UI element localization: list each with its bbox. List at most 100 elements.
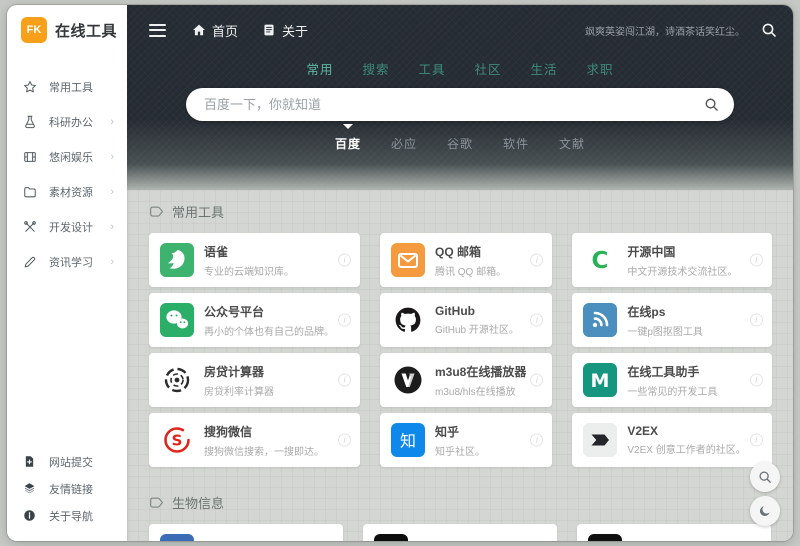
card-info-icon[interactable]: i <box>750 374 763 387</box>
engine-tab-1[interactable]: 必应 <box>391 135 417 152</box>
card-info-icon[interactable]: i <box>750 254 763 267</box>
search-submit-icon[interactable] <box>704 97 719 112</box>
sidebar-item-label: 悠闲娱乐 <box>49 149 93 165</box>
nav-home[interactable]: 首页 <box>192 21 238 40</box>
category-tab-1[interactable]: 搜索 <box>362 59 389 78</box>
card-info-icon[interactable]: i <box>338 314 351 327</box>
tool-card[interactable]: 在线ps 一键p图抠图工具 i <box>572 293 771 347</box>
category-tab-0[interactable]: 常用 <box>306 59 333 78</box>
tool-name: 公众号平台 <box>204 303 334 320</box>
sidebar-item-label: 素材资源 <box>49 184 93 200</box>
tool-description: GitHub 开源社区。 <box>435 321 519 336</box>
engine-tab-4[interactable]: 文献 <box>559 135 585 152</box>
dark-mode-toggle-button[interactable] <box>750 496 780 526</box>
engine-tab-0[interactable]: 百度 <box>335 135 361 152</box>
tool-card[interactable]: QQ 邮箱 腾讯 QQ 邮箱。 i <box>380 233 552 287</box>
sidebar-item-tools[interactable]: 开发设计 › <box>7 209 127 244</box>
search-bar <box>186 88 734 121</box>
hamburger-menu-icon[interactable] <box>147 20 168 41</box>
card-info-icon[interactable]: i <box>530 314 543 327</box>
tag-icon <box>149 204 164 219</box>
tool-card[interactable]: S 搜狗微信 搜狗微信搜索，一搜即达。 i <box>149 413 360 467</box>
sidebar-item-folder[interactable]: 素材资源 › <box>7 174 127 209</box>
sidebar-footer-info[interactable]: 关于导航 <box>7 502 127 529</box>
chevron-right-icon: › <box>110 151 114 163</box>
search-icon <box>758 470 772 484</box>
tool-card[interactable]: CPAN i <box>577 524 771 541</box>
bioconda-icon <box>374 534 408 541</box>
brand[interactable]: FK 在线工具 <box>7 5 127 55</box>
tool-card[interactable]: 语雀 专业的云端知识库。 i <box>149 233 360 287</box>
book-icon <box>262 23 276 37</box>
m3u8-icon <box>391 363 425 397</box>
chevron-right-icon: › <box>110 221 114 233</box>
top-navbar: 首页 关于 飒爽英姿闯江湖，诗酒茶话笑红尘。 <box>127 5 793 55</box>
tool-card[interactable]: 房贷计算器 房贷利率计算器 i <box>149 353 360 407</box>
engine-tab-2[interactable]: 谷歌 <box>447 135 473 152</box>
svg-text:S: S <box>172 432 183 450</box>
nav-about-label: 关于 <box>282 21 308 40</box>
tool-card[interactable]: 公众号平台 再小的个体也有自己的品牌。 i <box>149 293 360 347</box>
svg-text:C: C <box>592 248 609 274</box>
card-info-icon[interactable]: i <box>750 314 763 327</box>
card-info-icon[interactable]: i <box>338 434 351 447</box>
category-tab-5[interactable]: 求职 <box>587 59 614 78</box>
nav-about[interactable]: 关于 <box>262 21 308 40</box>
tool-name: 房贷计算器 <box>204 363 274 380</box>
tool-card[interactable]: NCBI i <box>149 524 343 541</box>
section-header: 生物信息 <box>149 493 771 512</box>
tool-description: 房贷利率计算器 <box>204 383 274 398</box>
sidebar-footer-fileplus[interactable]: 网站提交 <box>7 448 127 475</box>
fileplus-icon <box>23 455 40 468</box>
card-info-icon[interactable]: i <box>530 254 543 267</box>
navbar-search-icon[interactable] <box>761 22 777 38</box>
tool-card[interactable]: 知 知乎 知乎社区。 i <box>380 413 552 467</box>
sidebar-footer-label: 网站提交 <box>49 454 93 470</box>
svg-text:知: 知 <box>400 432 416 451</box>
sidebar-item-label: 常用工具 <box>49 79 93 95</box>
card-info-icon[interactable]: i <box>338 254 351 267</box>
card-info-icon[interactable]: i <box>750 434 763 447</box>
sidebar-item-pencil[interactable]: 资讯学习 › <box>7 244 127 279</box>
card-info-icon[interactable]: i <box>338 374 351 387</box>
moon-icon <box>758 504 772 518</box>
hero-header: 首页 关于 飒爽英姿闯江湖，诗酒茶话笑红尘。 常用 搜索 工具 社区 生活 求职 <box>127 5 793 190</box>
sidebar-item-star[interactable]: 常用工具 <box>7 69 127 104</box>
tool-card[interactable]: C 开源中国 中文开源技术交流社区。 i <box>572 233 771 287</box>
tool-description: 知乎社区。 <box>435 443 485 458</box>
content-area: 常用工具 语雀 专业的云端知识库。 i QQ 邮箱 腾讯 QQ 邮箱。 iC 开… <box>127 190 793 541</box>
tool-card[interactable]: Bioconda i <box>363 524 557 541</box>
sidebar-spacer <box>7 279 127 448</box>
category-tab-2[interactable]: 工具 <box>418 59 445 78</box>
zhihu-icon: 知 <box>391 423 425 457</box>
tool-name: 搜狗微信 <box>204 423 324 440</box>
category-tab-4[interactable]: 生活 <box>531 59 558 78</box>
sidebar-menu: 常用工具 科研办公 › 悠闲娱乐 › 素材资源 › 开发设计 › 资讯学习 › <box>7 69 127 279</box>
tool-card[interactable]: M 在线工具助手 一些常见的开发工具 i <box>572 353 771 407</box>
tool-name: 语雀 <box>204 243 294 260</box>
card-info-icon[interactable]: i <box>530 434 543 447</box>
sidebar-item-label: 开发设计 <box>49 219 93 235</box>
nav-home-label: 首页 <box>212 21 238 40</box>
tool-card[interactable]: m3u8在线播放器 m3u8/hls在线播放 i <box>380 353 552 407</box>
oschina-icon: C <box>583 243 617 277</box>
card-info-icon[interactable]: i <box>530 374 543 387</box>
card-grid: NCBI i Bioconda i CPAN i <box>149 524 771 541</box>
sidebar-item-flask[interactable]: 科研办公 › <box>7 104 127 139</box>
tag-icon <box>149 495 164 510</box>
category-tab-3[interactable]: 社区 <box>475 59 502 78</box>
search-input[interactable] <box>204 97 704 112</box>
floating-search-button[interactable] <box>750 462 780 492</box>
chevron-right-icon: › <box>110 116 114 128</box>
github-icon <box>391 303 425 337</box>
engine-tab-3[interactable]: 软件 <box>503 135 529 152</box>
sidebar-item-film[interactable]: 悠闲娱乐 › <box>7 139 127 174</box>
tool-name: 开源中国 <box>627 243 737 260</box>
svg-text:M: M <box>591 370 610 392</box>
sidebar-footer-menu: 网站提交 友情链接 关于导航 <box>7 448 127 541</box>
layers-icon <box>23 482 40 495</box>
v2ex-icon <box>583 423 617 457</box>
tool-card[interactable]: V2EX V2EX 创意工作者的社区。 i <box>572 413 771 467</box>
tool-card[interactable]: GitHub GitHub 开源社区。 i <box>380 293 552 347</box>
sidebar-footer-layers[interactable]: 友情链接 <box>7 475 127 502</box>
